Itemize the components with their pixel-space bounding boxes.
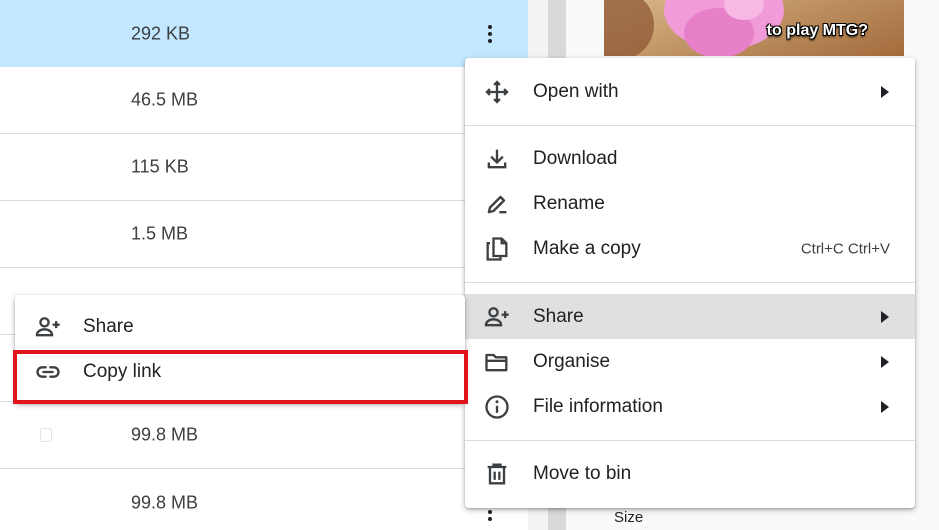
file-size: 99.8 MB [131, 492, 199, 512]
add-person-icon [34, 313, 62, 341]
menu-divider [465, 440, 915, 441]
file-row[interactable]: 292 KB [0, 0, 528, 67]
file-size: 292 KB [131, 23, 191, 43]
info-icon [483, 393, 511, 421]
menu-item-organise[interactable]: Organise [465, 339, 915, 384]
download-icon [483, 145, 511, 173]
submenu-arrow-icon [881, 355, 889, 368]
menu-item-make-a-copy[interactable]: Make a copy Ctrl+C Ctrl+V [465, 226, 915, 271]
size-heading: Size [614, 509, 644, 526]
submenu-item-share[interactable]: Share [15, 304, 465, 349]
more-actions-icon[interactable] [480, 22, 500, 46]
folder-icon [483, 348, 511, 376]
file-row[interactable]: 1.5 MB [0, 201, 528, 268]
file-list: 292 KB 46.5 MB 115 KB 1.5 MB 99.8 MB 99.… [0, 0, 528, 530]
keyboard-shortcut: Ctrl+C Ctrl+V [800, 240, 890, 257]
menu-item-label: Organise [533, 350, 611, 372]
more-actions-icon[interactable] [480, 510, 500, 530]
menu-item-label: Rename [533, 192, 605, 214]
menu-item-move-to-bin[interactable]: Move to bin [465, 451, 915, 496]
file-row[interactable]: 115 KB [0, 134, 528, 201]
menu-item-label: Download [533, 147, 618, 169]
submenu-arrow-icon [881, 310, 889, 323]
menu-item-label: Move to bin [533, 462, 632, 484]
file-size: 115 KB [131, 156, 189, 177]
menu-item-label: File information [533, 395, 663, 417]
add-person-icon [483, 303, 511, 331]
copy-link-highlight [13, 350, 468, 404]
menu-item-label: Make a copy [533, 237, 641, 259]
menu-item-rename[interactable]: Rename [465, 181, 915, 226]
menu-item-share[interactable]: Share [465, 294, 915, 339]
copy-icon [483, 235, 511, 263]
preview-caption: to play MTG? [766, 22, 868, 39]
menu-divider [465, 282, 915, 283]
file-row[interactable]: 99.8 MB [0, 469, 528, 530]
menu-item-open-with[interactable]: Open with [465, 69, 915, 114]
file-preview-thumbnail: to play MTG? [604, 0, 904, 56]
menu-item-download[interactable]: Download [465, 136, 915, 181]
submenu-arrow-icon [881, 400, 889, 413]
open-with-icon [483, 78, 511, 106]
file-size: 1.5 MB [131, 223, 189, 244]
file-type-icon [40, 428, 52, 442]
context-menu: Open with Download Rename Make a copy Ct… [465, 58, 915, 508]
rename-icon [483, 190, 511, 218]
trash-icon [483, 460, 511, 488]
menu-item-file-information[interactable]: File information [465, 384, 915, 429]
file-size: 99.8 MB [131, 424, 199, 445]
menu-item-label: Open with [533, 80, 619, 102]
menu-divider [465, 125, 915, 126]
file-row[interactable]: 99.8 MB [0, 402, 528, 469]
file-size: 46.5 MB [131, 89, 199, 110]
menu-item-label: Share [83, 315, 134, 337]
submenu-arrow-icon [881, 85, 889, 98]
menu-item-label: Share [533, 305, 584, 327]
file-row[interactable]: 46.5 MB [0, 67, 528, 134]
